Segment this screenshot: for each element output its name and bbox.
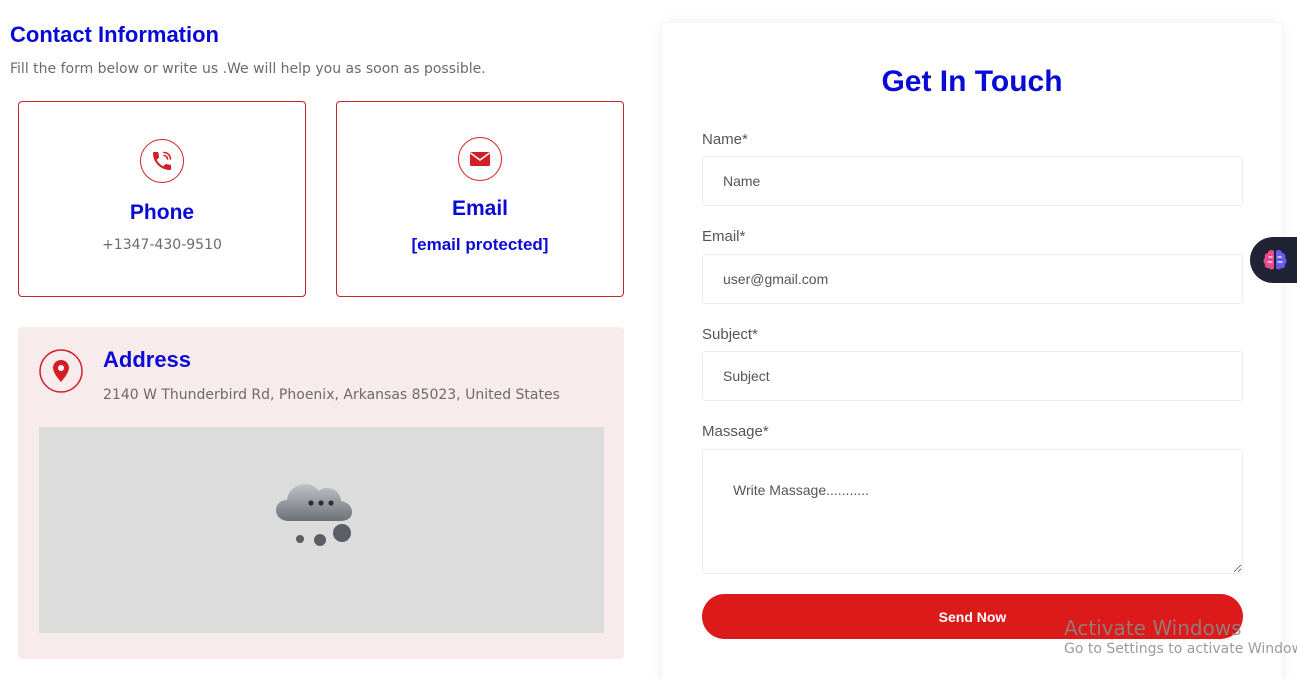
phone-icon xyxy=(140,139,184,183)
envelope-icon xyxy=(458,137,502,181)
contact-title: Contact Information xyxy=(10,22,219,47)
phone-card: Phone +1347-430-9510 xyxy=(18,101,306,297)
address-box: Address 2140 W Thunderbird Rd, Phoenix, … xyxy=(18,327,624,659)
address-title: Address xyxy=(103,347,192,372)
brain-icon xyxy=(1263,249,1287,270)
message-textarea[interactable] xyxy=(702,449,1243,574)
name-input[interactable] xyxy=(702,156,1243,206)
email-card: Email [email protected] xyxy=(336,101,624,297)
cloud-loading-icon xyxy=(276,484,352,546)
phone-number[interactable]: +1347-430-9510 xyxy=(19,237,305,253)
contact-page: Contact Information Fill the form below … xyxy=(0,0,1297,679)
contact-form-panel: Get In Touch Name* Email* Subject* Massa… xyxy=(662,23,1282,679)
address-text: 2140 W Thunderbird Rd, Phoenix, Arkansas… xyxy=(103,387,560,403)
name-label: Name* xyxy=(702,131,748,148)
phone-title: Phone xyxy=(129,201,195,224)
email-title: Email xyxy=(451,197,509,220)
activate-windows-title: Activate Windows xyxy=(1064,616,1242,640)
contact-subtitle: Fill the form below or write us .We will… xyxy=(10,61,486,77)
activate-windows-subtitle: Go to Settings to activate Windows. xyxy=(1064,641,1297,657)
message-label: Massage* xyxy=(702,423,769,440)
map-embed[interactable] xyxy=(39,427,604,633)
form-title: Get In Touch xyxy=(881,65,1063,98)
map-pin-icon xyxy=(39,349,83,393)
floating-assistant-widget[interactable] xyxy=(1250,237,1297,283)
subject-input[interactable] xyxy=(702,351,1243,401)
email-label: Email* xyxy=(702,228,746,245)
email-link[interactable]: [email protected] xyxy=(337,235,623,255)
subject-label: Subject* xyxy=(702,326,758,343)
email-input[interactable] xyxy=(702,254,1243,304)
